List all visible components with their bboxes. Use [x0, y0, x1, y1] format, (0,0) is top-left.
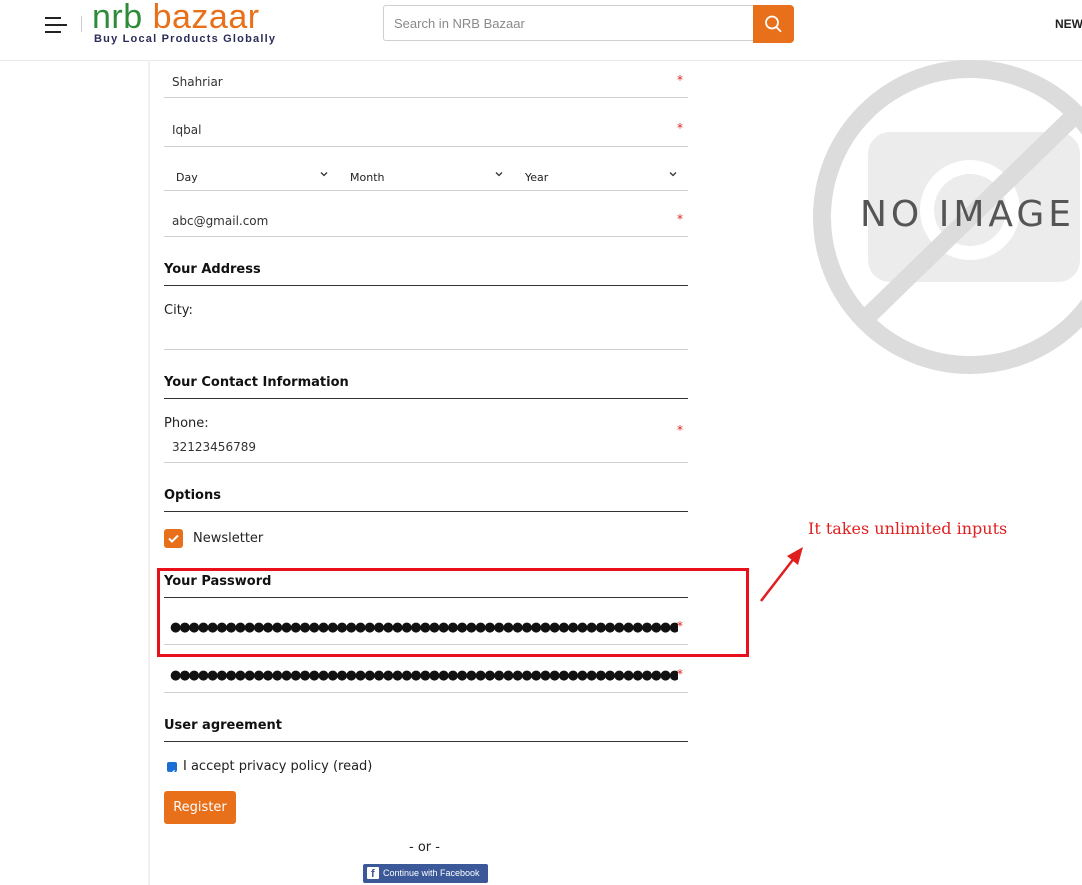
- or-separator: - or -: [409, 840, 440, 855]
- address-section-title: Your Address: [164, 262, 688, 286]
- required-mark: *: [677, 423, 683, 437]
- chevron-down-icon: [320, 172, 328, 177]
- confirm-password-field[interactable]: ●●●●●●●●●●●●●●●●●●●●●●●●●●●●●●●●●●●●●●●●…: [164, 656, 688, 693]
- check-icon: [168, 534, 179, 543]
- logo-brand-left: nrb: [92, 0, 143, 36]
- required-mark: *: [677, 212, 683, 226]
- annotation-arrow-icon: [760, 547, 803, 602]
- logo-tagline: Buy Local Products Globally: [94, 33, 277, 45]
- no-image-text: NO IMAGE: [860, 194, 1075, 235]
- site-header: nrb bazaar Buy Local Products Globally N…: [0, 0, 1082, 61]
- first-name-field[interactable]: Shahriar *: [164, 60, 688, 98]
- email-field[interactable]: abc@gmail.com *: [164, 201, 688, 237]
- search-button[interactable]: [753, 5, 794, 43]
- chevron-down-icon: [669, 172, 677, 177]
- last-name-field[interactable]: Iqbal *: [164, 110, 688, 147]
- contact-section-title: Your Contact Information: [164, 375, 688, 399]
- check-icon: [169, 769, 176, 775]
- chevron-down-icon: [495, 172, 503, 177]
- options-section-title: Options: [164, 488, 688, 512]
- year-select[interactable]: Year: [525, 171, 548, 184]
- register-button[interactable]: Register: [164, 791, 236, 824]
- first-name-value: Shahriar: [172, 75, 223, 89]
- date-of-birth-row: Day Month Year: [164, 163, 688, 191]
- required-mark: *: [677, 121, 683, 135]
- agreement-section-title: User agreement: [164, 718, 688, 742]
- facebook-button-label: Continue with Facebook: [383, 868, 480, 878]
- privacy-checkbox[interactable]: [167, 762, 177, 775]
- column-divider: [148, 60, 150, 885]
- day-select[interactable]: Day: [176, 171, 198, 184]
- site-logo[interactable]: nrb bazaar Buy Local Products Globally: [92, 0, 277, 45]
- phone-value: 32123456789: [172, 440, 256, 454]
- header-nav-link[interactable]: NEW: [1055, 17, 1082, 31]
- logo-divider: [81, 16, 82, 32]
- facebook-login-button[interactable]: f Continue with Facebook: [363, 864, 488, 883]
- month-select[interactable]: Month: [350, 171, 384, 184]
- city-field[interactable]: [164, 310, 688, 350]
- product-image-placeholder: NO IMAGE: [800, 60, 1082, 394]
- last-name-value: Iqbal: [172, 123, 202, 137]
- menu-icon[interactable]: [45, 15, 69, 35]
- search-icon: [765, 15, 782, 33]
- search-input[interactable]: [383, 5, 753, 41]
- confirm-password-mask: ●●●●●●●●●●●●●●●●●●●●●●●●●●●●●●●●●●●●●●●●…: [170, 668, 678, 683]
- email-value: abc@gmail.com: [172, 214, 269, 228]
- newsletter-label: Newsletter: [193, 531, 264, 546]
- phone-field[interactable]: 32123456789 *: [164, 423, 688, 463]
- facebook-icon: f: [367, 867, 379, 880]
- required-mark: *: [677, 73, 683, 87]
- logo-brand-right: bazaar: [152, 0, 260, 36]
- newsletter-checkbox[interactable]: [164, 529, 183, 548]
- required-mark: *: [677, 667, 683, 681]
- privacy-policy-label[interactable]: I accept privacy policy (read): [183, 759, 372, 774]
- annotation-highlight-box: [157, 568, 749, 657]
- annotation-note: It takes unlimited inputs: [808, 519, 1008, 538]
